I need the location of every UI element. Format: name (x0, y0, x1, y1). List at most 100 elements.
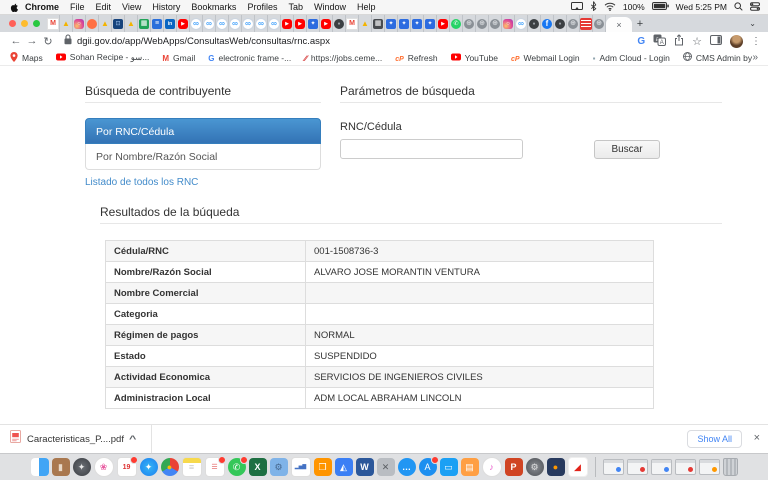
battery-icon[interactable] (652, 2, 669, 12)
menu-file[interactable]: File (70, 2, 85, 12)
search-tab-por-nombre-raz-n-social[interactable]: Por Nombre/Razón Social (85, 144, 321, 170)
menu-tab[interactable]: Tab (288, 2, 303, 12)
pinned-tab-blue-app[interactable]: ✦ (385, 15, 398, 32)
buscar-button[interactable]: Buscar (594, 140, 660, 159)
slides-icon[interactable]: ▤ (461, 458, 479, 476)
charts-icon[interactable]: ▂▅▇ (291, 457, 311, 477)
minimized-window[interactable] (603, 459, 624, 475)
pinned-tab-facebook[interactable]: f (541, 15, 554, 32)
books-icon[interactable]: ❒ (314, 458, 332, 476)
pinned-tab-meta[interactable]: ∞ (216, 15, 229, 32)
reload-button[interactable]: ↻ (40, 35, 56, 48)
url-text[interactable]: dgii.gov.do/app/WebApps/ConsultasWeb/con… (77, 36, 330, 47)
pinned-tab-meta[interactable]: ∞ (242, 15, 255, 32)
google-lens-icon[interactable]: G (637, 36, 645, 47)
translate-icon[interactable]: aA (653, 34, 666, 49)
control-center-icon[interactable] (750, 2, 760, 13)
minimized-window[interactable] (627, 459, 648, 475)
messages-icon[interactable]: … (398, 458, 416, 476)
pinned-tab-globe[interactable]: ⊕ (567, 15, 580, 32)
facetime-icon[interactable]: ✆ (228, 458, 246, 476)
pinned-tab-flame[interactable] (86, 15, 99, 32)
trash-icon[interactable] (723, 458, 738, 476)
menu-bookmarks[interactable]: Bookmarks (191, 2, 236, 12)
bluetooth-icon[interactable] (590, 1, 597, 13)
bookmarks-overflow-icon[interactable]: » (752, 52, 758, 63)
menu-help[interactable]: Help (357, 2, 376, 12)
wifi-icon[interactable] (604, 2, 616, 13)
bookmark-maps[interactable]: Maps (10, 52, 43, 64)
pinned-tab-docs[interactable]: ≡ (151, 15, 164, 32)
minimized-window[interactable] (651, 459, 672, 475)
menu-profiles[interactable]: Profiles (247, 2, 277, 12)
photo-app-icon[interactable]: ◭ (335, 458, 353, 476)
pinned-tab-meta[interactable]: ∞ (203, 15, 216, 32)
profile-avatar[interactable] (730, 35, 743, 48)
menu-edit[interactable]: Edit (96, 2, 112, 12)
bookmark-https-jobs-ceme-[interactable]: ∕∕https://jobs.ceme... (304, 53, 382, 63)
excel-icon[interactable]: X (249, 458, 267, 476)
tools-icon[interactable]: ✕ (377, 458, 395, 476)
pinned-tab-youtube[interactable]: ▶ (320, 15, 333, 32)
bookmark-gmail[interactable]: MGmail (162, 53, 195, 63)
pinned-tab-whatsapp[interactable]: ✆ (450, 15, 463, 32)
pinned-tab-blue-app[interactable]: ✦ (411, 15, 424, 32)
powerpoint-icon[interactable]: P (505, 458, 523, 476)
zoom-window-button[interactable] (33, 20, 40, 27)
bookmark-refresh[interactable]: cPRefresh (395, 53, 437, 63)
bookmark-adm-cloud-login[interactable]: ▪Adm Cloud - Login (593, 53, 670, 63)
pinned-tab-globe[interactable]: ⊕ (489, 15, 502, 32)
pinned-tab-outlook[interactable]: ⊡ (112, 15, 125, 32)
pinned-tab-dark-globe[interactable]: ● (554, 15, 567, 32)
pinned-tab-globe[interactable]: ⊕ (593, 15, 606, 32)
pinned-tab-gmail[interactable]: M (346, 15, 359, 32)
bookmark-cms-admin-by-bit-[interactable]: CMS Admin by Bit... (683, 52, 753, 63)
finder-icon[interactable] (31, 458, 49, 476)
pinned-tab-linkedin[interactable]: in (164, 15, 177, 32)
settings-icon[interactable]: ⚙ (526, 458, 544, 476)
pinned-tab-dark-globe[interactable]: ● (528, 15, 541, 32)
pinned-tab-drive[interactable]: ▲ (125, 15, 138, 32)
chrome-menu-icon[interactable]: ⋮ (751, 36, 760, 47)
tab-search-chevron-icon[interactable]: ⌄ (749, 19, 756, 28)
keynote-icon[interactable]: ▭ (440, 458, 458, 476)
photos-icon[interactable]: ❀ (94, 457, 114, 477)
pinned-tab-youtube[interactable]: ▶ (437, 15, 450, 32)
menu-window[interactable]: Window (314, 2, 346, 12)
bookmark-electronic-frame-[interactable]: Gelectronic frame -... (208, 53, 291, 63)
minimize-window-button[interactable] (21, 20, 28, 27)
chrome-icon[interactable]: ● (161, 458, 179, 476)
pinned-tab-drive[interactable]: ▲ (359, 15, 372, 32)
app-store-icon[interactable]: A (419, 458, 437, 476)
share-icon[interactable] (674, 34, 684, 49)
word-icon[interactable]: W (356, 458, 374, 476)
utilities-folder-icon[interactable]: ⚙ (270, 458, 288, 476)
search-tab-por-rnc-c-dula[interactable]: Por RNC/Cédula (85, 118, 321, 144)
forward-button[interactable]: → (24, 35, 40, 47)
minimized-window[interactable] (699, 459, 720, 475)
vault-icon[interactable]: ● (547, 458, 565, 476)
pinned-tab-youtube[interactable]: ▶ (294, 15, 307, 32)
notes-icon[interactable]: ≡ (182, 457, 202, 477)
active-tab[interactable]: × (606, 17, 632, 32)
pinned-tab-meta[interactable]: ∞ (190, 15, 203, 32)
pinned-tab-drive[interactable]: ▲ (60, 15, 73, 32)
back-button[interactable]: ← (8, 35, 24, 47)
download-filename[interactable]: Caracteristicas_P....pdf (27, 434, 124, 445)
bookmark-star-icon[interactable]: ☆ (692, 35, 702, 48)
menu-view[interactable]: View (122, 2, 141, 12)
pinned-tab-globe[interactable]: ⊕ (476, 15, 489, 32)
side-panel-icon[interactable] (710, 35, 722, 48)
pinned-tab-green-grid[interactable]: ▦ (138, 15, 151, 32)
tab-close-icon[interactable]: × (616, 20, 621, 30)
pinned-tab-meta[interactable]: ∞ (515, 15, 528, 32)
bookmark-youtube[interactable]: YouTube (451, 53, 498, 63)
address-bar[interactable]: dgii.gov.do/app/WebApps/ConsultasWeb/con… (64, 34, 637, 48)
menu-history[interactable]: History (152, 2, 180, 12)
pinned-tab-instagram[interactable]: ○ (502, 15, 515, 32)
screen-mirroring-icon[interactable] (571, 2, 583, 13)
spotlight-icon[interactable] (734, 2, 743, 13)
pinned-tab-blue-app[interactable]: ✦ (398, 15, 411, 32)
acrobat-icon[interactable]: ◢ (568, 457, 588, 477)
pinned-tab-youtube[interactable]: ▶ (177, 15, 190, 32)
